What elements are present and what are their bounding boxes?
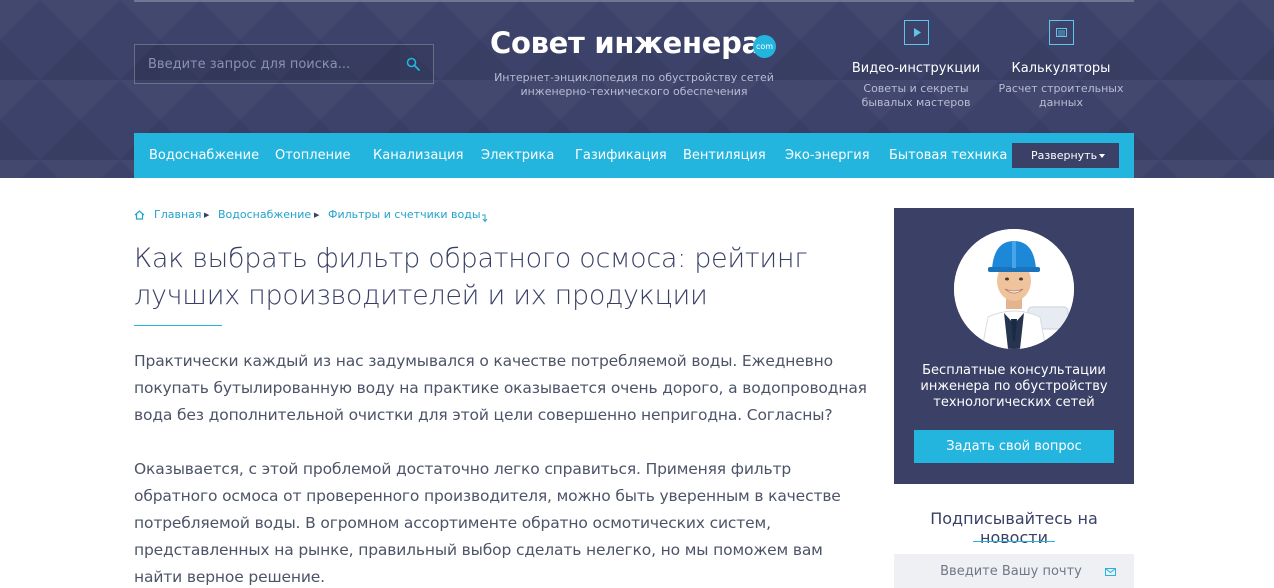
ask-question-button[interactable]: Задать свой вопрос	[914, 430, 1114, 463]
breadcrumb-water-supply[interactable]: Водоснабжение	[218, 208, 311, 221]
search-input[interactable]	[135, 45, 395, 83]
nav-item-sewerage[interactable]: Канализация	[373, 133, 463, 178]
site-logo[interactable]: Совет инженера com	[490, 26, 776, 66]
email-input[interactable]	[894, 554, 1104, 588]
home-icon[interactable]	[134, 210, 145, 220]
header-top-line	[134, 0, 1134, 2]
search-box[interactable]	[134, 44, 434, 84]
article-paragraph: Оказывается, с этой проблемой достаточно…	[134, 460, 841, 586]
email-subscribe-box[interactable]	[894, 554, 1134, 588]
consultation-text: Бесплатные консультации инженера по обус…	[920, 363, 1108, 410]
search-icon[interactable]	[405, 56, 421, 72]
breadcrumb-separator-icon: ▶	[314, 211, 320, 219]
consultation-widget: Бесплатные консультации инженера по обус…	[894, 208, 1134, 484]
nav-expand-button[interactable]: Развернуть	[1012, 143, 1119, 168]
calculators-title: Калькуляторы	[1011, 61, 1111, 76]
calculator-icon	[1048, 20, 1074, 45]
nav-item-eco-energy[interactable]: Эко-энергия	[785, 133, 870, 178]
play-icon	[903, 20, 929, 45]
envelope-icon[interactable]	[1105, 568, 1116, 576]
calculators-subtitle: Расчет строительных данных	[998, 82, 1124, 109]
subscribe-underline	[973, 541, 1055, 542]
nav-expand-label: Развернуть	[1031, 149, 1098, 162]
nav-item-heating[interactable]: Отопление	[275, 133, 351, 178]
main-nav: Водоснабжение Отопление Канализация Элек…	[134, 133, 1134, 178]
article-paragraph: Практически каждый из нас задумывался о …	[134, 352, 867, 424]
title-underline	[134, 325, 222, 326]
dropdown-arrow-icon[interactable]	[481, 214, 489, 223]
engineer-avatar	[954, 229, 1074, 349]
nav-item-ventilation[interactable]: Вентиляция	[683, 133, 766, 178]
article-title: Как выбрать фильтр обратного осмоса: рей…	[134, 243, 808, 311]
breadcrumb-filters[interactable]: Фильтры и счетчики воды	[328, 208, 481, 221]
breadcrumb-home[interactable]: Главная	[154, 208, 202, 221]
breadcrumb-separator-icon: ▶	[204, 211, 210, 219]
video-instructions-title: Видео-инструкции	[851, 61, 981, 76]
nav-item-appliances[interactable]: Бытовая техника	[889, 133, 1007, 178]
calculators-link[interactable]: Калькуляторы Расчет строительных данных	[996, 20, 1126, 110]
chevron-down-icon	[1099, 154, 1105, 158]
logo-badge: com	[753, 35, 776, 58]
logo-text: Совет инженера	[490, 26, 761, 60]
video-instructions-subtitle: Советы и секреты бывалых мастеров	[861, 82, 971, 109]
nav-item-electrics[interactable]: Электрика	[481, 133, 554, 178]
nav-item-water-supply[interactable]: Водоснабжение	[149, 133, 259, 178]
video-instructions-link[interactable]: Видео-инструкции Советы и секреты бывалы…	[851, 20, 981, 110]
nav-item-gasification[interactable]: Газификация	[575, 133, 667, 178]
site-tagline: Интернет-энциклопедия по обустройству се…	[494, 71, 774, 98]
